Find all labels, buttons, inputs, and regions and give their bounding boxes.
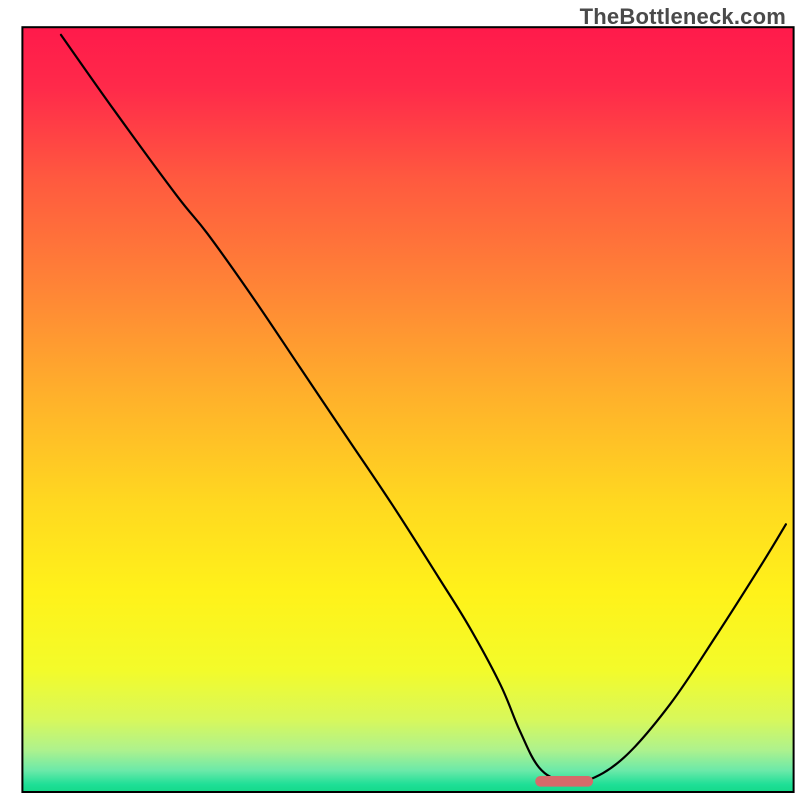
bottleneck-chart: TheBottleneck.com	[0, 0, 800, 800]
optimal-marker	[535, 776, 593, 787]
chart-svg	[0, 0, 800, 800]
watermark-text: TheBottleneck.com	[580, 4, 786, 30]
